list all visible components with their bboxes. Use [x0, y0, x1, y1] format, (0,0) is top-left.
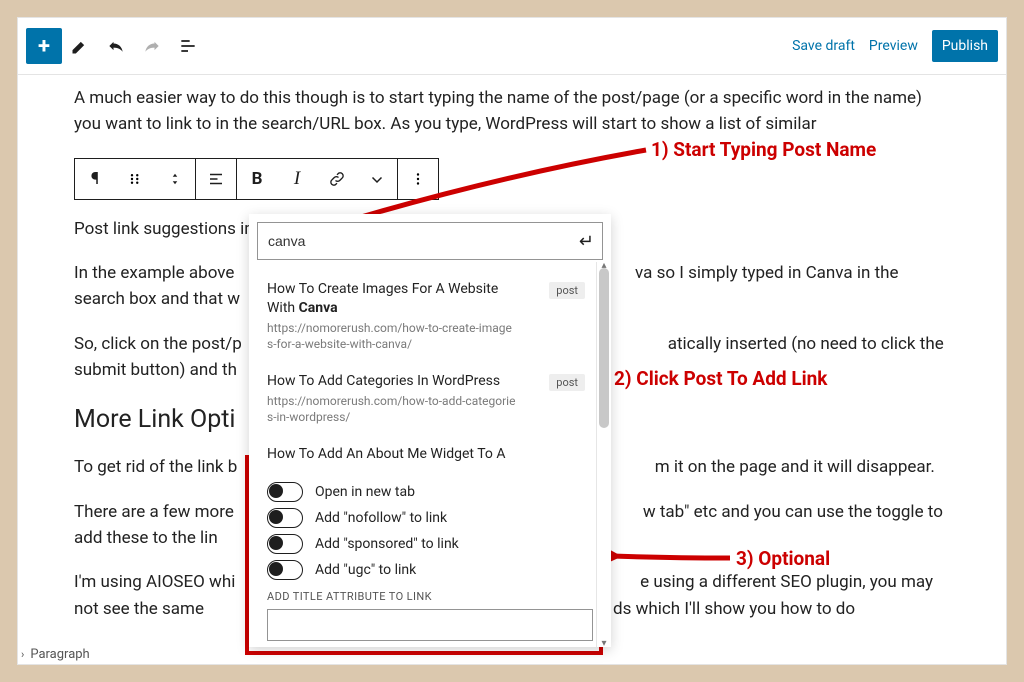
link-options: Open in new tab Add "nofollow" to link A… — [249, 466, 611, 647]
toggle-nofollow[interactable]: Add "nofollow" to link — [267, 508, 593, 528]
title-attr-label: ADD TITLE ATTRIBUTE TO LINK — [267, 590, 593, 603]
toggle-label: Add "ugc" to link — [315, 562, 416, 578]
preview-button[interactable]: Preview — [869, 38, 918, 54]
paragraph-text[interactable]: A much easier way to do this though is t… — [74, 85, 950, 138]
align-button[interactable] — [196, 159, 236, 199]
publish-button[interactable]: Publish — [932, 30, 998, 62]
link-button[interactable] — [317, 159, 357, 199]
result-url: https://nomorerush.com/how-to-add-catego… — [267, 393, 517, 425]
popover-scrollbar[interactable]: ▴ ▾ — [596, 262, 611, 647]
edit-mode-button[interactable] — [62, 28, 98, 64]
link-result-item[interactable]: How To Add An About Me Widget To A — [267, 433, 585, 464]
redo-button[interactable] — [134, 28, 170, 64]
more-rich-text-button[interactable] — [357, 159, 397, 199]
editor-topbar: + Save draft Preview Publish — [18, 18, 1006, 75]
scroll-down-icon: ▾ — [597, 638, 611, 649]
italic-button[interactable]: I — [277, 159, 317, 199]
details-button[interactable] — [170, 28, 206, 64]
toggle-label: Open in new tab — [315, 484, 415, 500]
title-attr-input[interactable] — [267, 609, 593, 641]
link-result-item[interactable]: post How To Create Images For A Website … — [267, 268, 585, 360]
result-title: How To Add Categories In WordPress — [267, 373, 500, 389]
add-block-button[interactable]: + — [26, 28, 62, 64]
toggle-sponsored[interactable]: Add "sponsored" to link — [267, 534, 593, 554]
toggle-label: Add "sponsored" to link — [315, 536, 459, 552]
link-results: post How To Create Images For A Website … — [249, 268, 597, 464]
block-toolbar: ¶ B I — [74, 158, 439, 200]
link-search-input[interactable] — [266, 232, 579, 250]
undo-button[interactable] — [98, 28, 134, 64]
move-buttons[interactable] — [155, 159, 195, 199]
toggle-ugc[interactable]: Add "ugc" to link — [267, 560, 593, 580]
block-type-button[interactable]: ¶ — [75, 159, 115, 199]
block-breadcrumb[interactable]: › Paragraph — [21, 647, 90, 662]
toggle-label: Add "nofollow" to link — [315, 510, 447, 526]
bold-button[interactable]: B — [237, 159, 277, 199]
scroll-thumb[interactable] — [599, 268, 609, 428]
result-title: How To Add An About Me Widget To A — [267, 446, 505, 462]
result-type-badge: post — [549, 282, 585, 299]
breadcrumb-label: Paragraph — [30, 647, 89, 662]
link-result-item[interactable]: post How To Add Categories In WordPress … — [267, 360, 585, 433]
link-search-field[interactable]: ↵ — [257, 222, 603, 260]
toggle-open-new-tab[interactable]: Open in new tab — [267, 482, 593, 502]
link-popover: ↵ post How To Create Images For A Websit… — [249, 214, 611, 647]
drag-handle[interactable] — [115, 159, 155, 199]
save-draft-button[interactable]: Save draft — [792, 38, 855, 54]
result-title-match: Canva — [299, 300, 338, 316]
editor-frame: + Save draft Preview Publish A much easi… — [17, 17, 1007, 665]
result-type-badge: post — [549, 374, 585, 391]
chevron-right-icon: › — [21, 648, 24, 661]
result-url: https://nomorerush.com/how-to-create-ima… — [267, 320, 517, 352]
submit-link-icon[interactable]: ↵ — [579, 231, 594, 252]
block-options-button[interactable] — [398, 159, 438, 199]
